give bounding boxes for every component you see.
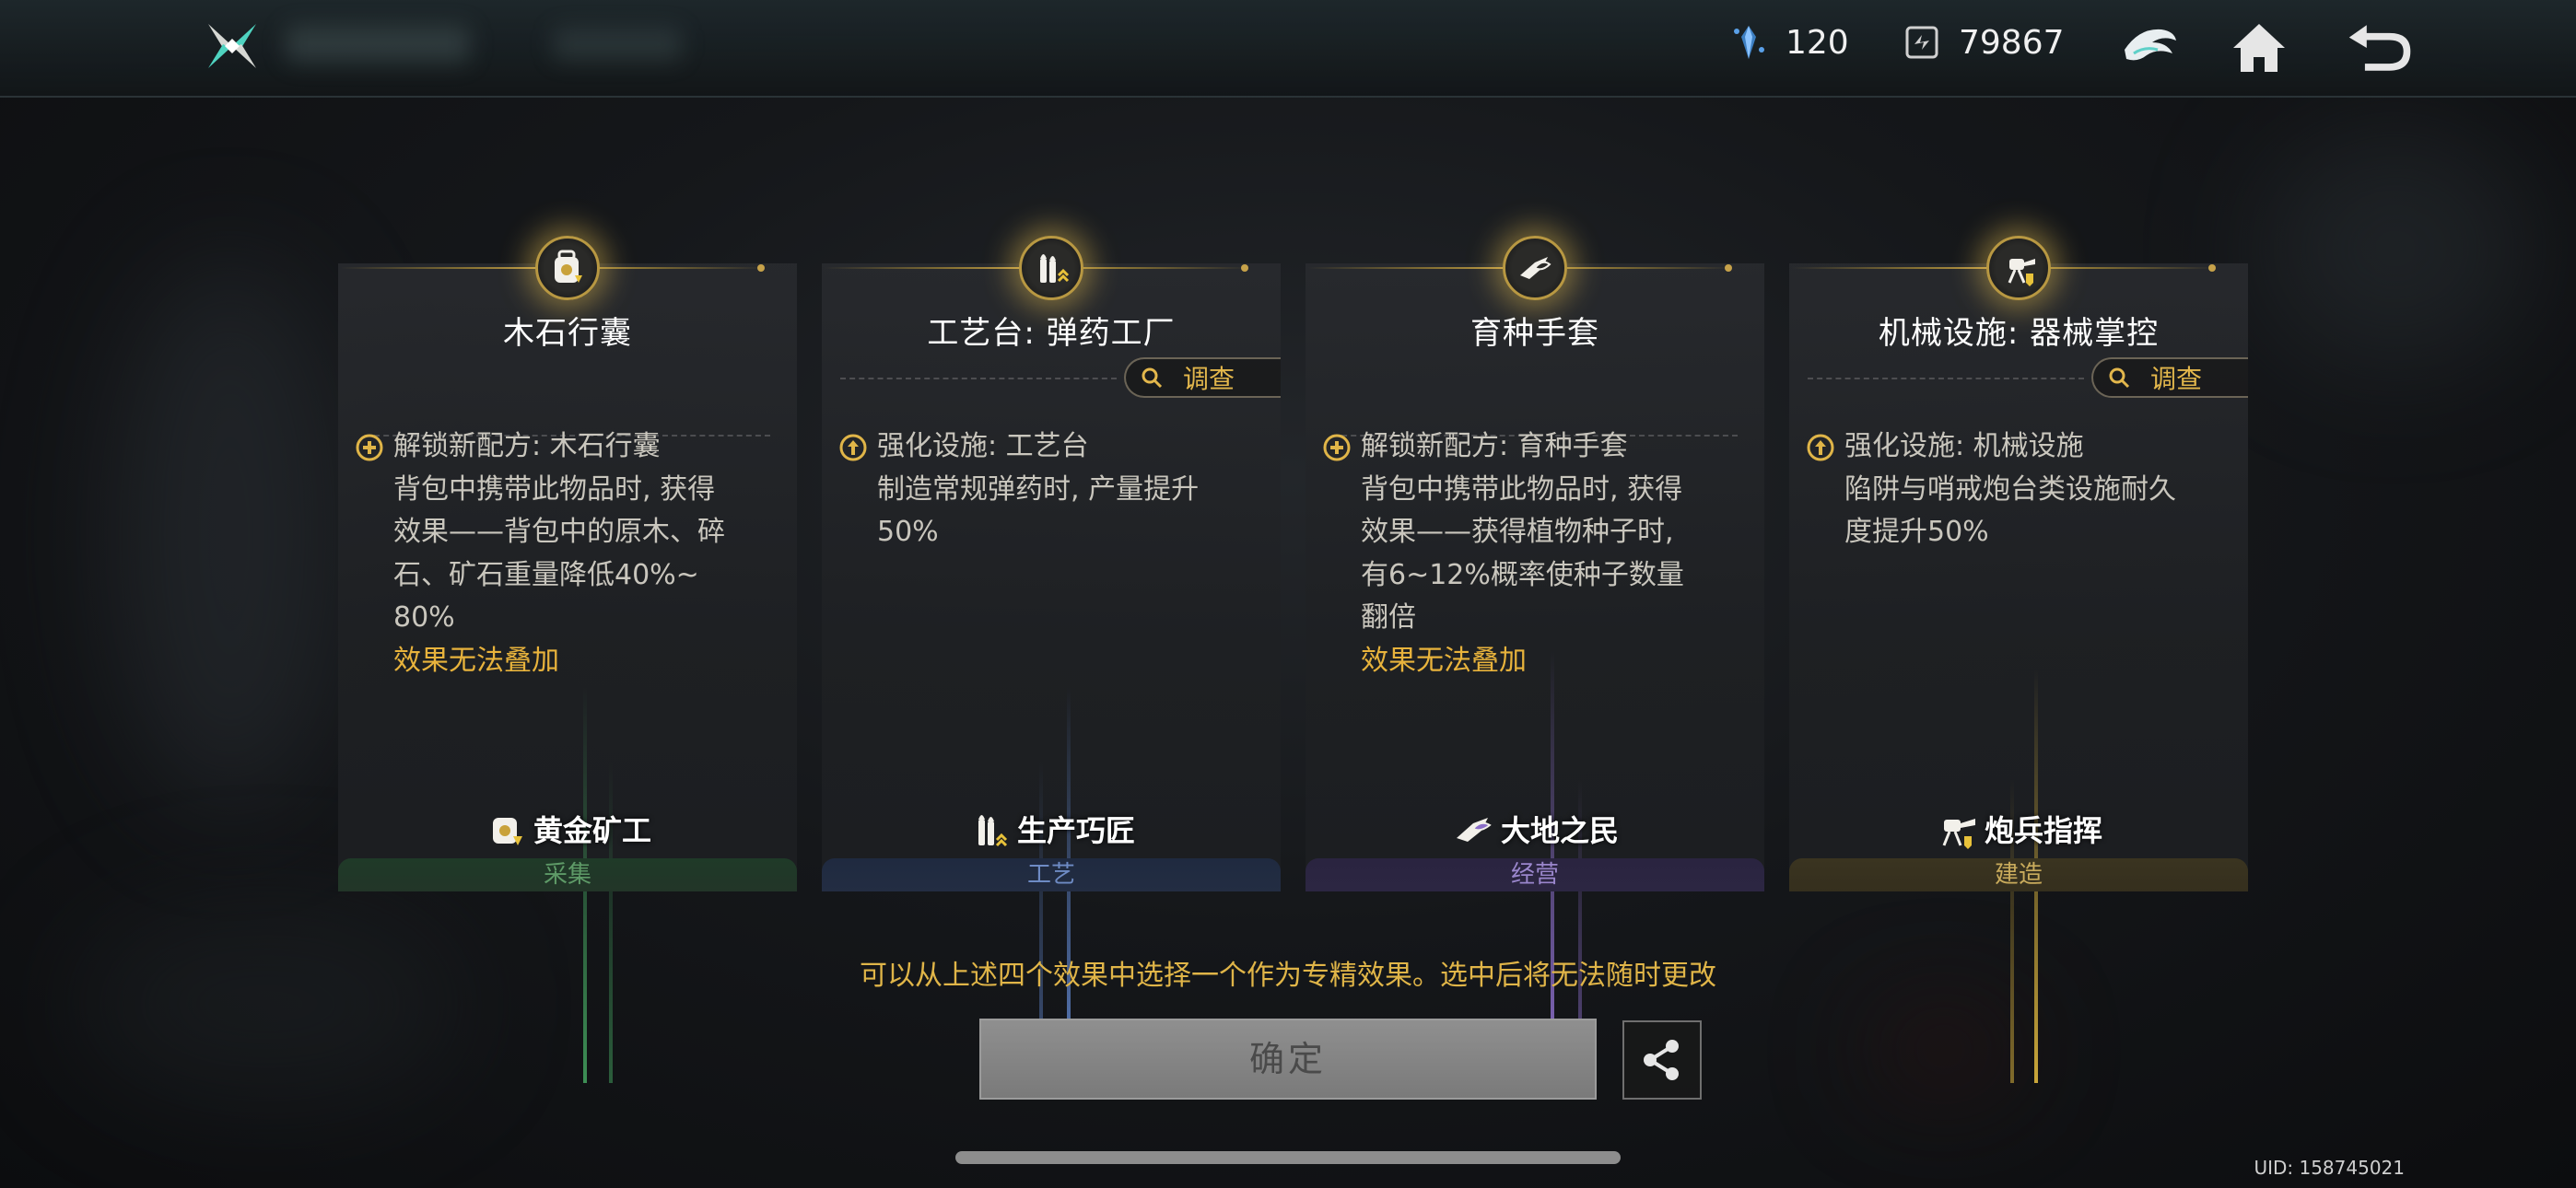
talent-name: 炮兵指挥	[1984, 813, 2102, 848]
card-2-title: 工艺台: 弹药工厂	[927, 315, 1176, 352]
effect-line: 陷阱与哨戒炮台类设施耐久	[1844, 472, 2176, 506]
guild-button[interactable]	[2115, 13, 2185, 83]
effect-line: 背包中携带此物品时, 获得	[393, 472, 716, 506]
upgrade-icon	[839, 434, 867, 461]
card-1-badge	[535, 236, 600, 300]
effect-line: 背包中携带此物品时, 获得	[1361, 472, 1683, 506]
card-header-dot	[1241, 264, 1248, 272]
card-2-category: 工艺	[822, 858, 1281, 891]
artillery-commander-icon	[1942, 819, 1975, 849]
background-blur	[1870, 1013, 2018, 1087]
effect-line: 翻倍	[1361, 601, 1416, 634]
back-arrow-icon	[2348, 25, 2411, 71]
search-icon	[1142, 367, 1163, 389]
selection-hint: 可以从上述四个效果中选择一个作为专精效果。选中后将无法随时更改	[860, 960, 1716, 992]
effect-line: 80%	[393, 601, 455, 634]
talent-name: 黄金矿工	[533, 813, 651, 848]
investigate-button-4[interactable]: 调查	[2091, 357, 2248, 398]
card-4-badge	[1986, 236, 2051, 300]
effect-line: 解锁新配方: 木石行囊	[393, 430, 661, 462]
uid-label: UID: 158745021	[2254, 1157, 2405, 1179]
currency-chip: 79867	[1902, 22, 2065, 63]
card-1-effect: 解锁新配方: 木石行囊 背包中携带此物品时, 获得 效果——背包中的原木、碎 石…	[355, 425, 769, 682]
effect-line: 效果——背包中的原木、碎	[393, 516, 725, 548]
share-button[interactable]	[1622, 1020, 1702, 1100]
card-header-dot	[1725, 264, 1732, 272]
card-divider	[840, 378, 1117, 379]
home-button[interactable]	[2224, 13, 2294, 83]
plus-unlock-icon	[356, 434, 383, 461]
card-2-badge	[1019, 236, 1083, 300]
confirm-button[interactable]: 确定	[979, 1019, 1597, 1100]
card-1-talent: 黄金矿工	[338, 807, 797, 851]
card-3-effect: 解锁新配方: 育种手套 背包中携带此物品时, 获得 效果——获得植物种子时, 有…	[1322, 425, 1737, 682]
background-blur	[74, 903, 461, 1105]
effect-warning: 效果无法叠加	[1361, 644, 1527, 677]
background-blur	[111, 258, 350, 810]
card-2-talent: 生产巧匠	[822, 807, 1281, 851]
effect-line: 度提升50%	[1844, 516, 1989, 548]
guild-emblem-icon	[2125, 29, 2176, 61]
effect-line: 解锁新配方: 育种手套	[1361, 430, 1628, 462]
card-4-category: 建造	[1789, 858, 2248, 891]
earth-people-icon	[1456, 818, 1492, 842]
crystal-currency-icon	[1734, 26, 1764, 59]
blurred-subtitle	[553, 28, 682, 61]
talent-name: 大地之民	[1500, 813, 1619, 848]
investigate-label: 调查	[2150, 364, 2203, 394]
card-3-category: 经营	[1306, 858, 1764, 891]
crossed-swords-logo-icon	[208, 24, 256, 68]
card-header-dot	[2208, 264, 2216, 272]
upgrade-icon	[1807, 434, 1834, 461]
card-divider	[1808, 378, 2084, 379]
currency-crystal-value: 120	[1786, 23, 1849, 62]
back-button[interactable]	[2346, 13, 2416, 83]
card-1-title: 木石行囊	[503, 315, 632, 352]
effect-line: 制造常规弹药时, 产量提升	[877, 472, 1200, 506]
card-header-dot	[757, 264, 765, 272]
effect-line: 有6~12%概率使种子数量	[1361, 558, 1684, 591]
effect-line: 石、矿石重量降低40%~	[393, 558, 699, 591]
card-4-talent: 炮兵指挥	[1789, 807, 2248, 851]
card-2-effect: 强化设施: 工艺台 制造常规弹药时, 产量提升 50%	[838, 425, 1253, 554]
share-icon	[1644, 1040, 1679, 1080]
card-1-category: 采集	[338, 858, 797, 891]
card-3-badge	[1503, 236, 1567, 300]
glove-seed-icon	[1520, 257, 1551, 279]
investigate-button-2[interactable]: 调查	[1124, 357, 1281, 398]
search-icon	[2109, 367, 2130, 389]
background-blur	[2257, 129, 2534, 368]
effect-line: 效果——获得植物种子时,	[1361, 516, 1674, 548]
currency-crystal: 120	[1728, 22, 1849, 63]
home-icon	[2233, 24, 2285, 72]
effect-line: 强化设施: 机械设施	[1844, 430, 2084, 462]
card-4-title: 机械设施: 器械掌控	[1878, 315, 2160, 352]
ammo-icon	[1040, 254, 1070, 283]
effect-line: 50%	[877, 516, 939, 548]
backpack-icon	[555, 250, 582, 283]
top-bar: 120 79867	[0, 0, 2576, 98]
chip-currency-icon	[1905, 26, 1938, 59]
blurred-title	[286, 26, 470, 63]
investigate-label: 调查	[1183, 364, 1235, 394]
card-3-talent: 大地之民	[1306, 807, 1764, 851]
card-3-title: 育种手套	[1470, 315, 1599, 352]
effect-warning: 效果无法叠加	[393, 644, 559, 677]
currency-chip-value: 79867	[1959, 23, 2065, 62]
home-indicator[interactable]	[955, 1151, 1621, 1164]
talent-name: 生产巧匠	[1016, 813, 1135, 848]
effect-line: 强化设施: 工艺台	[877, 430, 1089, 462]
turret-icon	[2008, 259, 2035, 286]
plus-unlock-icon	[1323, 434, 1351, 461]
craftsman-icon	[978, 815, 1008, 847]
card-4-effect: 强化设施: 机械设施 陷阱与哨戒炮台类设施耐久 度提升50%	[1806, 425, 2220, 554]
gold-miner-icon	[492, 818, 522, 845]
